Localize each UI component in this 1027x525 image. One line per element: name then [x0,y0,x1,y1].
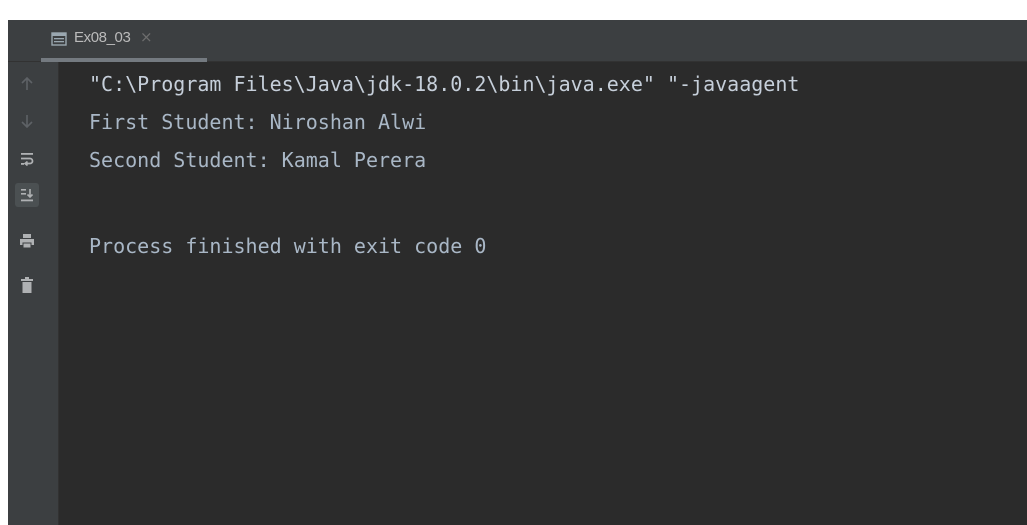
run-tool-window: Ex08_03 × "C:\Program Files\Java\jdk-18.… [8,20,1027,525]
down-arrow-icon[interactable] [15,109,39,133]
screenshot-frame: Ex08_03 × "C:\Program Files\Java\jdk-18.… [0,0,1027,525]
scroll-to-end-icon[interactable] [15,183,39,207]
console-output[interactable]: "C:\Program Files\Java\jdk-18.0.2\bin\ja… [59,62,1027,525]
soft-wrap-icon[interactable] [15,147,39,171]
tab-bar: Ex08_03 × [8,20,1027,62]
print-icon[interactable] [15,229,39,253]
console-line-exit-status: Process finished with exit code 0 [89,234,487,258]
tab-ex08-03[interactable]: Ex08_03 × [39,20,209,62]
console-line: First Student: Niroshan Alwi [89,110,427,134]
console-line: Second Student: Kamal Perera [89,148,427,172]
close-icon[interactable]: × [140,28,153,46]
trash-icon[interactable] [15,273,39,297]
up-arrow-icon[interactable] [15,72,39,96]
console-line-command: "C:\Program Files\Java\jdk-18.0.2\bin\ja… [89,72,800,96]
console-window-icon [51,31,67,47]
tab-label: Ex08_03 [74,29,131,46]
console-toolbar [8,62,59,525]
